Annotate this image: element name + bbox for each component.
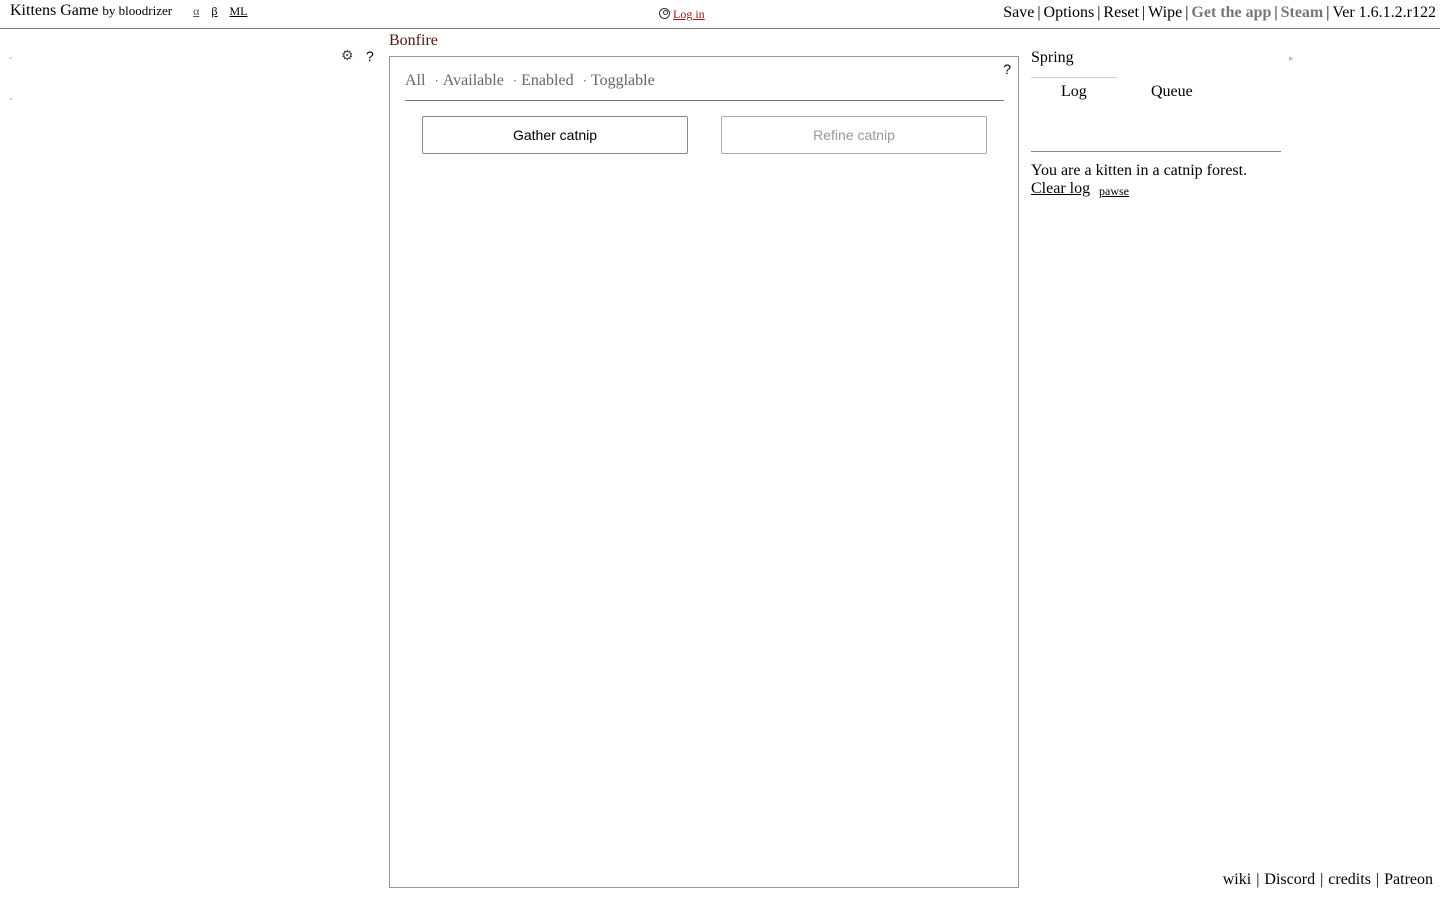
filter-separator: ·: [512, 73, 518, 88]
panel-help-button[interactable]: ?: [1003, 61, 1011, 77]
options-link[interactable]: Options: [1044, 4, 1095, 21]
gear-icon[interactable]: ⚙: [341, 50, 355, 64]
chevron-down-icon[interactable]: ⌄: [7, 93, 15, 102]
tab-title: Bonfire: [389, 32, 438, 49]
gather-catnip-button[interactable]: Gather catnip: [422, 116, 688, 154]
menu-separator: |: [1185, 4, 1189, 21]
filter-separator: ·: [582, 73, 587, 88]
chevron-down-icon[interactable]: ⌄: [7, 52, 15, 61]
login-area: Log in: [659, 7, 705, 22]
game-byline: by bloodrizer: [102, 3, 173, 18]
bonfire-panel: ? All · Available · Enabled · Togglable Gather…: [389, 56, 1019, 888]
refine-catnip-button[interactable]: Refine catnip: [721, 116, 987, 154]
brand: Kittens Game by bloodrizer α β ML: [10, 2, 248, 20]
season-divider: [1031, 77, 1117, 78]
season-label: Spring: [1031, 49, 1074, 66]
clear-log-link[interactable]: Clear log: [1031, 180, 1090, 198]
resize-handle-icon[interactable]: ▸: [1289, 53, 1294, 64]
tab-queue[interactable]: Queue: [1151, 83, 1193, 101]
footer-separator: |: [1320, 871, 1324, 888]
beta-link[interactable]: β: [211, 4, 217, 18]
filter-enabled[interactable]: Enabled: [521, 72, 573, 89]
resources-help-button[interactable]: ?: [366, 48, 374, 64]
footer-separator: |: [1375, 871, 1380, 888]
footer-links: wiki | Discord | credits | Patreon: [1223, 871, 1433, 889]
menu-separator: |: [1141, 4, 1146, 21]
menu-separator: |: [1274, 4, 1278, 21]
top-menu: Save | Options | Reset | Wipe | Get the app | Stea…: [1003, 4, 1436, 22]
footer-separator: |: [1256, 871, 1260, 888]
get-app-link[interactable]: Get the app: [1191, 4, 1271, 21]
save-link[interactable]: Save: [1003, 4, 1034, 21]
credits-link[interactable]: credits: [1328, 871, 1371, 888]
steam-link[interactable]: Steam: [1281, 4, 1324, 21]
alpha-link[interactable]: α: [193, 4, 199, 18]
discord-link[interactable]: Discord: [1264, 871, 1315, 888]
reset-link[interactable]: Reset: [1103, 4, 1139, 21]
building-filters: All · Available · Enabled · Togglable: [405, 72, 1004, 101]
menu-separator: |: [1326, 4, 1330, 21]
login-link[interactable]: Log in: [673, 7, 705, 21]
ml-link[interactable]: ML: [230, 4, 248, 18]
wipe-link[interactable]: Wipe: [1148, 4, 1182, 21]
user-circle-icon: [659, 8, 670, 19]
filter-all[interactable]: All: [405, 72, 425, 89]
patreon-link[interactable]: Patreon: [1384, 871, 1433, 888]
log-divider: [1031, 151, 1281, 152]
game-title: Kittens Game: [10, 2, 99, 19]
log-message: You are a kitten in a catnip forest.: [1031, 162, 1248, 179]
top-bar: Kittens Game by bloodrizer α β ML Log in…: [0, 0, 1440, 29]
tab-log[interactable]: Log: [1061, 83, 1087, 101]
filter-separator: ·: [434, 73, 439, 88]
pause-link[interactable]: pawse: [1099, 184, 1129, 199]
wiki-link[interactable]: wiki: [1223, 871, 1251, 888]
filter-togglable[interactable]: Togglable: [591, 72, 655, 89]
filter-available[interactable]: Available: [443, 72, 504, 89]
version-link[interactable]: Ver 1.6.1.2.r122: [1332, 4, 1436, 21]
menu-separator: |: [1037, 4, 1041, 21]
menu-separator: |: [1097, 4, 1101, 21]
